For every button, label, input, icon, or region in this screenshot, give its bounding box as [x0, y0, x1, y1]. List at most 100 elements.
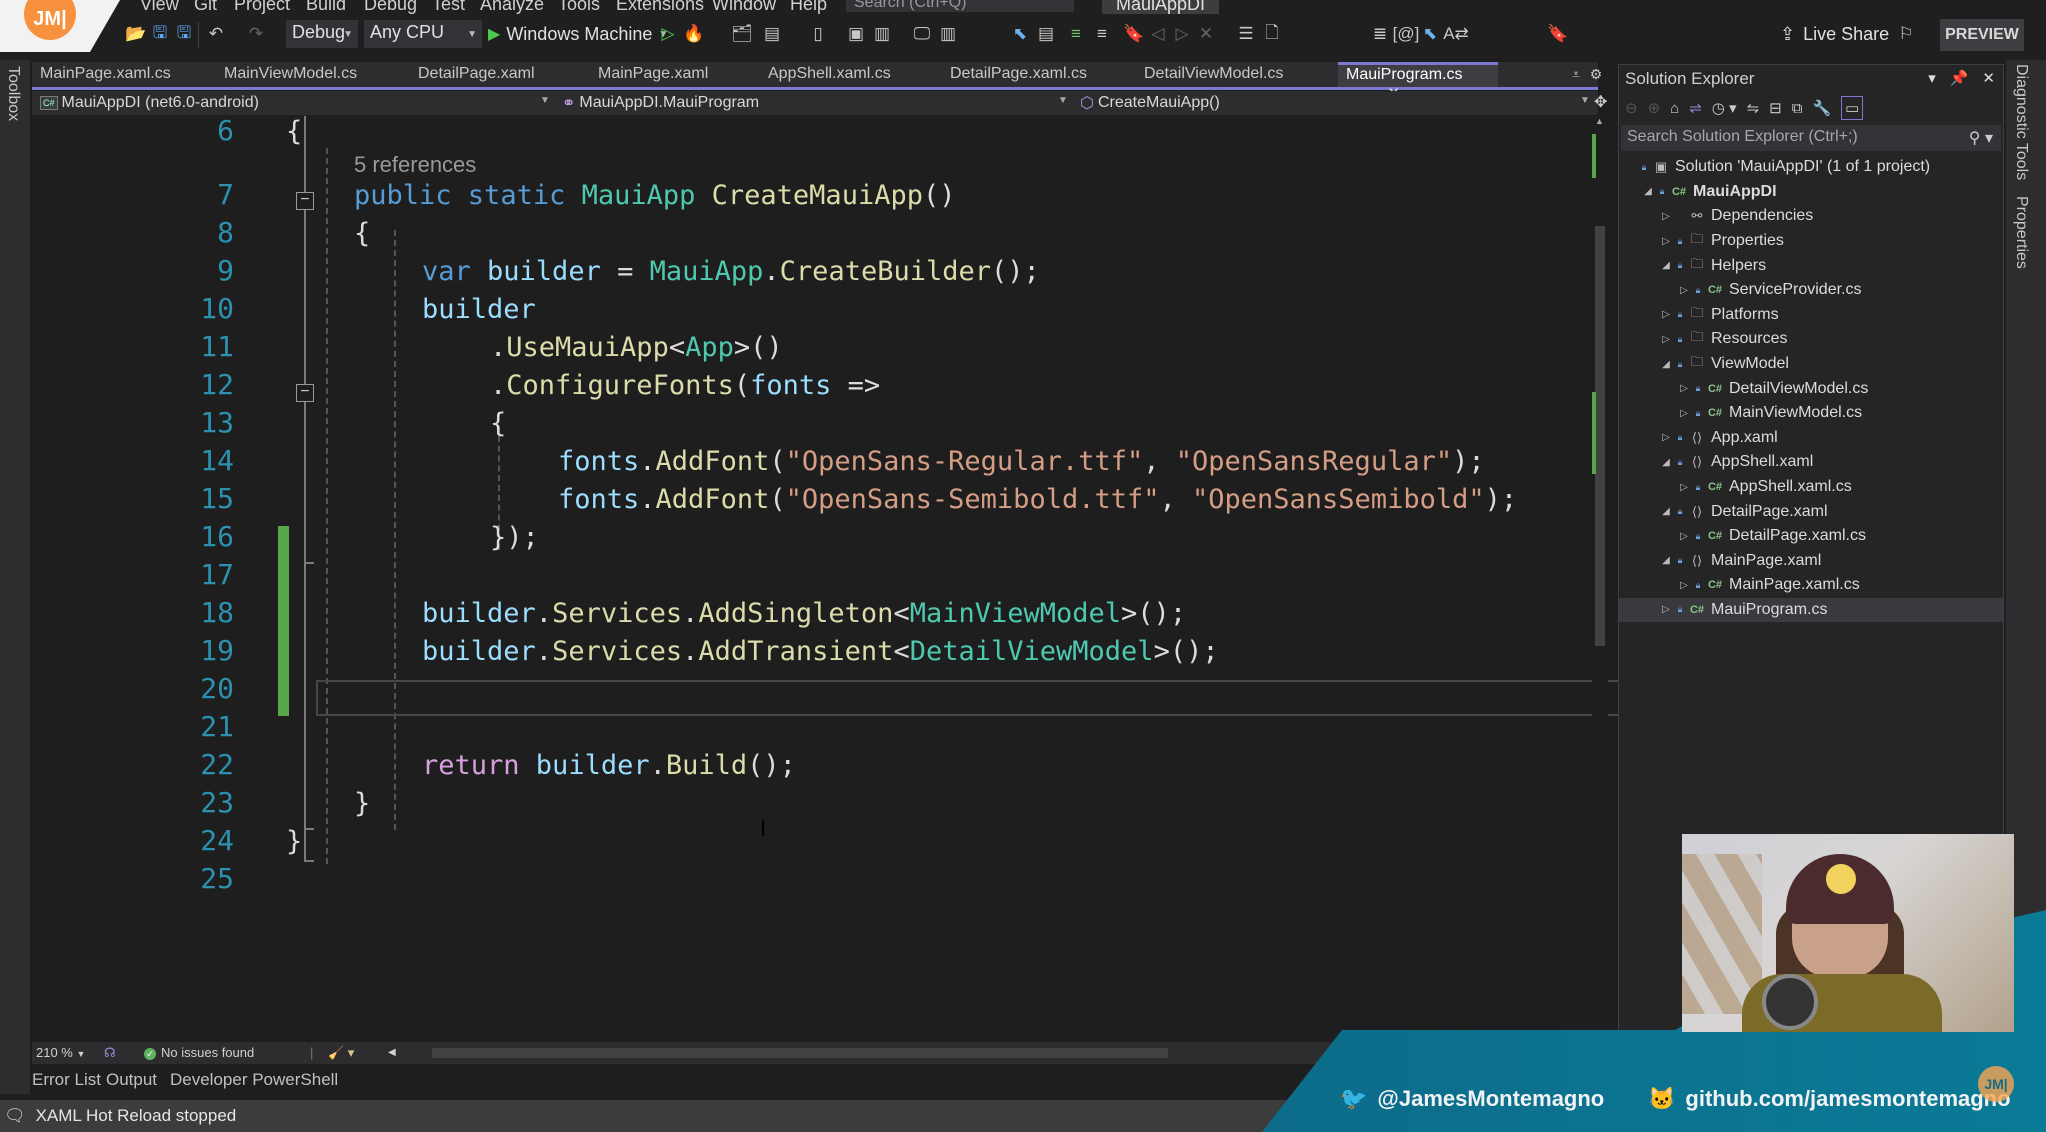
redo-icon[interactable]: ↷: [246, 24, 266, 44]
tab-mauiprogram-cs[interactable]: MauiProgram.cs ⊸ ✕: [1338, 62, 1498, 102]
tree-item[interactable]: ▷ 🔒︎ C# ServiceProvider.cs: [1619, 278, 2003, 303]
tree-item[interactable]: ▷ 🔒︎ C# MainViewModel.cs: [1619, 401, 2003, 426]
collapsed-arrow-icon[interactable]: ▷: [1659, 211, 1673, 222]
expanded-arrow-icon[interactable]: ◢: [1659, 260, 1673, 271]
menu-project[interactable]: Project: [234, 0, 290, 15]
tree-item[interactable]: ▷ 🔒︎ C# DetailViewModel.cs: [1619, 376, 2003, 401]
collapsed-arrow-icon[interactable]: ▷: [1677, 285, 1691, 296]
collapse-icon[interactable]: −: [296, 384, 314, 402]
uncomment-icon[interactable]: ≡: [1092, 24, 1112, 44]
zoom-level-dropdown[interactable]: 210 % ▼: [36, 1045, 85, 1060]
cursor-select-icon[interactable]: ⬉: [1010, 24, 1030, 44]
properties-tab[interactable]: Properties: [2012, 196, 2030, 269]
undo-icon[interactable]: ↶: [206, 24, 226, 44]
tree-item[interactable]: ◢ 🔒︎ ⟨⟩ AppShell.xaml: [1619, 450, 2003, 475]
code-cleanup-icon[interactable]: 🧹 ▾: [328, 1045, 354, 1061]
pin-icon[interactable]: 📌: [1950, 69, 1969, 87]
tab-mainviewmodel-cs[interactable]: MainViewModel.cs: [216, 62, 396, 87]
tree-item[interactable]: ◢ 🔒︎ 🗀 Helpers: [1619, 253, 2003, 278]
tree-item[interactable]: ▷ 🔒︎ C# DetailPage.xaml.cs: [1619, 524, 2003, 549]
device-manager-icon[interactable]: ▤: [762, 24, 782, 44]
hot-reload-icon[interactable]: 🔥: [683, 24, 704, 44]
bookmark-icon[interactable]: 🔖: [1547, 24, 1568, 44]
tree-item[interactable]: ◢ 🔒︎ ⟨⟩ DetailPage.xaml: [1619, 499, 2003, 524]
tree-item[interactable]: 🔒︎ ▣ Solution 'MauiAppDI' (1 of 1 project): [1619, 155, 2003, 180]
collapsed-arrow-icon[interactable]: ▷: [1677, 482, 1691, 493]
wrench-icon[interactable]: 🔧: [1812, 99, 1831, 117]
sync-icon[interactable]: ⇋: [1747, 99, 1760, 117]
collapsed-arrow-icon[interactable]: ▷: [1659, 309, 1673, 320]
project-dropdown[interactable]: C# MauiAppDI (net6.0-android): [34, 92, 554, 114]
start-without-debugging-icon[interactable]: ▷: [658, 24, 678, 44]
copilot-icon[interactable]: ☊: [104, 1045, 116, 1061]
collapsed-arrow-icon[interactable]: ▷: [1659, 604, 1673, 615]
vertical-scrollbar[interactable]: ▲ ▼: [1592, 116, 1608, 1040]
tab-developer-powershell[interactable]: Developer PowerShell: [170, 1070, 338, 1090]
tab-detailpage-xaml-cs[interactable]: DetailPage.xaml.cs: [942, 62, 1142, 87]
tree-item[interactable]: ◢ 🔒︎ C# MauiAppDI: [1619, 180, 2003, 205]
split-editor-icon[interactable]: ✥: [1594, 92, 1607, 112]
expanded-arrow-icon[interactable]: ◢: [1659, 506, 1673, 517]
regex-icon[interactable]: [@]: [1393, 24, 1420, 44]
gear-icon[interactable]: ⚙: [1590, 66, 1603, 82]
tree-item[interactable]: ▷ ⚯ Dependencies: [1619, 204, 2003, 229]
tree-item[interactable]: ▷ 🔒︎ C# MainPage.xaml.cs: [1619, 573, 2003, 598]
solution-search-input[interactable]: Search Solution Explorer (Ctrl+;) ⚲ ▾: [1621, 125, 2001, 151]
menu-view[interactable]: View: [140, 0, 179, 15]
collapsed-arrow-icon[interactable]: ▷: [1659, 334, 1673, 345]
menu-test[interactable]: Test: [432, 0, 465, 15]
tree-item[interactable]: ▷ 🔒︎ C# MauiProgram.cs: [1619, 597, 2003, 623]
diagnostic-tools-tab[interactable]: Diagnostic Tools: [2012, 64, 2030, 180]
menu-build[interactable]: Build: [306, 0, 346, 15]
collapsed-arrow-icon[interactable]: ▷: [1677, 408, 1691, 419]
issues-indicator[interactable]: ✓ No issues found: [144, 1045, 254, 1060]
pending-changes-icon[interactable]: ◷ ▾: [1712, 99, 1737, 117]
layout-icon[interactable]: ▥: [872, 24, 892, 44]
forward-icon[interactable]: ⊕: [1648, 99, 1661, 117]
scroll-up-icon[interactable]: ▲: [1595, 116, 1604, 126]
open-file-icon[interactable]: 📂: [125, 24, 146, 44]
chevron-down-icon[interactable]: ▾: [1928, 69, 1936, 87]
tree-item[interactable]: ▷ 🔒︎ ⟨⟩ App.xaml: [1619, 426, 2003, 451]
codelens-references[interactable]: 5 references: [354, 152, 476, 178]
tree-item[interactable]: ▷ 🔒︎ 🗀 Platforms: [1619, 303, 2003, 328]
collapse-all-icon[interactable]: ⊟: [1769, 99, 1782, 117]
panel-icon[interactable]: ▥: [938, 24, 958, 44]
toolbox-tab[interactable]: Toolbox: [4, 66, 22, 121]
close-icon[interactable]: ✕: [1982, 69, 1995, 87]
tab-output[interactable]: Output: [106, 1070, 157, 1090]
collapsed-arrow-icon[interactable]: ▷: [1677, 383, 1691, 394]
tab-list-dropdown-icon[interactable]: ⩡: [1572, 66, 1580, 82]
preview-selected-icon[interactable]: ▭: [1841, 96, 1864, 120]
notification-icon[interactable]: 🗨: [4, 1106, 26, 1126]
tab-mainpage-xaml-cs[interactable]: MainPage.xaml.cs: [32, 62, 212, 87]
tree-item[interactable]: ◢ 🔒︎ ⟨⟩ MainPage.xaml: [1619, 549, 2003, 574]
next-bookmark-icon[interactable]: ▷: [1172, 24, 1192, 44]
menu-debug[interactable]: Debug: [364, 0, 417, 15]
format-icon[interactable]: ≣: [1370, 24, 1390, 44]
preview-badge[interactable]: PREVIEW: [1940, 19, 2024, 51]
home-icon[interactable]: ⌂: [1670, 100, 1679, 117]
menu-analyze[interactable]: Analyze: [480, 0, 544, 15]
collapse-icon[interactable]: −: [296, 192, 314, 210]
monitor-icon[interactable]: 🖵: [912, 24, 932, 44]
android-device-icon[interactable]: ▯: [808, 24, 828, 44]
menu-tools[interactable]: Tools: [558, 0, 600, 15]
collapsed-arrow-icon[interactable]: ▷: [1659, 236, 1673, 247]
type-dropdown[interactable]: ⚭ MauiAppDI.MauiProgram: [556, 92, 1106, 114]
horizontal-scrollbar-thumb[interactable]: [432, 1048, 1168, 1058]
document-icon[interactable]: 🗋: [1262, 23, 1282, 44]
collapsed-arrow-icon[interactable]: ▷: [1677, 531, 1691, 542]
rename-icon[interactable]: A⇄: [1443, 24, 1469, 44]
comment-icon[interactable]: ≡: [1066, 24, 1086, 44]
menu-window[interactable]: Window: [712, 0, 776, 15]
find-in-files-icon[interactable]: 🗂: [731, 24, 753, 44]
tree-item[interactable]: ◢ 🔒︎ 🗀 ViewModel: [1619, 352, 2003, 377]
platform-dropdown[interactable]: Any CPU ▼: [364, 20, 482, 48]
expanded-arrow-icon[interactable]: ◢: [1641, 186, 1655, 197]
cursor-icon[interactable]: ⬉: [1420, 24, 1440, 44]
list-icon[interactable]: ☰: [1236, 24, 1256, 44]
menu-extensions[interactable]: Extensions: [616, 0, 704, 15]
show-all-files-icon[interactable]: ⧉: [1792, 100, 1803, 117]
bookmark-icon[interactable]: 🔖: [1123, 24, 1144, 44]
